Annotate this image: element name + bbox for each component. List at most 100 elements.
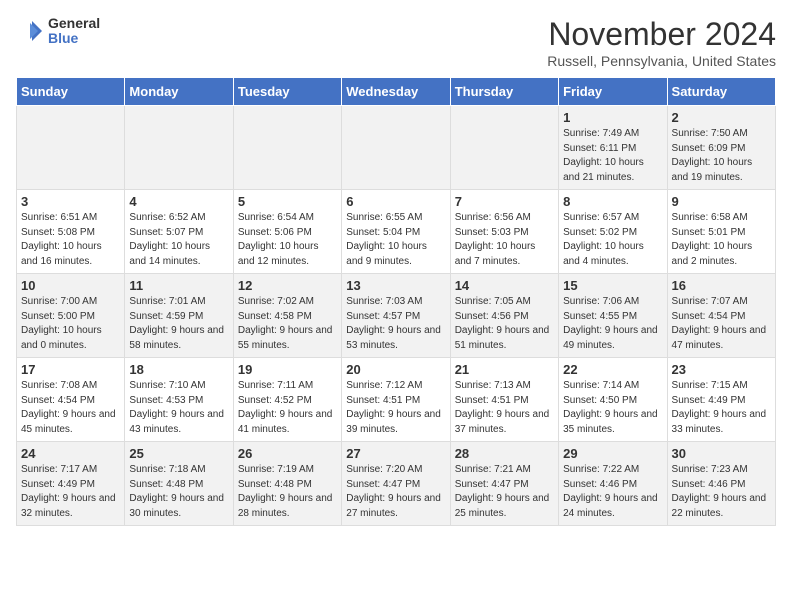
day-number: 9 — [672, 194, 771, 209]
day-info: Sunrise: 6:58 AM Sunset: 5:01 PM Dayligh… — [672, 211, 771, 269]
day-number: 13 — [346, 278, 445, 293]
header-thursday: Thursday — [450, 78, 558, 106]
day-number: 14 — [455, 278, 554, 293]
calendar-cell: 3Sunrise: 6:51 AM Sunset: 5:08 PM Daylig… — [17, 190, 125, 274]
day-number: 25 — [129, 446, 228, 461]
day-info: Sunrise: 7:13 AM Sunset: 4:51 PM Dayligh… — [455, 379, 554, 437]
day-info: Sunrise: 7:08 AM Sunset: 4:54 PM Dayligh… — [21, 379, 120, 437]
calendar-cell: 2 Sunrise: 7:50 AM Sunset: 6:09 PM Daylig… — [667, 106, 775, 190]
calendar-cell: 9 Sunrise: 6:58 AM Sunset: 5:01 PM Daylig… — [667, 190, 775, 274]
day-info: Sunrise: 7:20 AM Sunset: 4:47 PM Dayligh… — [346, 463, 445, 521]
day-info: Sunrise: 7:07 AM Sunset: 4:54 PM Dayligh… — [672, 295, 771, 353]
calendar-cell: 19 Sunrise: 7:11 AM Sunset: 4:52 PM Dayli… — [233, 358, 341, 442]
calendar-cell — [233, 106, 341, 190]
day-info: Sunrise: 7:11 AM Sunset: 4:52 PM Dayligh… — [238, 379, 337, 437]
day-info: Sunrise: 7:02 AM Sunset: 4:58 PM Dayligh… — [238, 295, 337, 353]
day-number: 19 — [238, 362, 337, 377]
calendar-table: SundayMondayTuesdayWednesdayThursdayFrid… — [16, 77, 776, 526]
calendar-header-row: SundayMondayTuesdayWednesdayThursdayFrid… — [17, 78, 776, 106]
day-info: Sunrise: 7:19 AM Sunset: 4:48 PM Dayligh… — [238, 463, 337, 521]
day-number: 21 — [455, 362, 554, 377]
day-number: 17 — [21, 362, 120, 377]
header-friday: Friday — [559, 78, 667, 106]
day-number: 12 — [238, 278, 337, 293]
day-number: 8 — [563, 194, 662, 209]
day-number: 23 — [672, 362, 771, 377]
calendar-week-4: 17 Sunrise: 7:08 AM Sunset: 4:54 PM Dayli… — [17, 358, 776, 442]
header-tuesday: Tuesday — [233, 78, 341, 106]
calendar-cell: 23Sunrise: 7:15 AM Sunset: 4:49 PM Dayli… — [667, 358, 775, 442]
header: General Blue November 2024 Russell, Penn… — [16, 16, 776, 69]
calendar-cell: 24 Sunrise: 7:17 AM Sunset: 4:49 PM Dayli… — [17, 442, 125, 526]
calendar-cell: 18 Sunrise: 7:10 AM Sunset: 4:53 PM Dayli… — [125, 358, 233, 442]
logo-general-text: General — [48, 16, 100, 31]
header-monday: Monday — [125, 78, 233, 106]
calendar-cell: 12 Sunrise: 7:02 AM Sunset: 4:58 PM Dayli… — [233, 274, 341, 358]
calendar-cell — [450, 106, 558, 190]
day-number: 2 — [672, 110, 771, 125]
day-info: Sunrise: 7:17 AM Sunset: 4:49 PM Dayligh… — [21, 463, 120, 521]
day-info: Sunrise: 6:52 AM Sunset: 5:07 PM Dayligh… — [129, 211, 228, 269]
day-number: 15 — [563, 278, 662, 293]
calendar-cell: 26 Sunrise: 7:19 AM Sunset: 4:48 PM Dayli… — [233, 442, 341, 526]
logo-icon — [16, 17, 44, 45]
day-info: Sunrise: 7:21 AM Sunset: 4:47 PM Dayligh… — [455, 463, 554, 521]
day-info: Sunrise: 7:49 AM Sunset: 6:11 PM Dayligh… — [563, 127, 662, 185]
day-number: 16 — [672, 278, 771, 293]
calendar-cell: 17 Sunrise: 7:08 AM Sunset: 4:54 PM Dayli… — [17, 358, 125, 442]
day-info: Sunrise: 6:55 AM Sunset: 5:04 PM Dayligh… — [346, 211, 445, 269]
calendar-cell: 1 Sunrise: 7:49 AM Sunset: 6:11 PM Daylig… — [559, 106, 667, 190]
logo: General Blue — [16, 16, 100, 47]
day-number: 27 — [346, 446, 445, 461]
day-number: 1 — [563, 110, 662, 125]
calendar-week-2: 3Sunrise: 6:51 AM Sunset: 5:08 PM Daylig… — [17, 190, 776, 274]
day-number: 22 — [563, 362, 662, 377]
calendar-week-1: 1 Sunrise: 7:49 AM Sunset: 6:11 PM Daylig… — [17, 106, 776, 190]
calendar-cell: 4Sunrise: 6:52 AM Sunset: 5:07 PM Daylig… — [125, 190, 233, 274]
calendar-cell — [17, 106, 125, 190]
day-number: 6 — [346, 194, 445, 209]
calendar-cell: 10Sunrise: 7:00 AM Sunset: 5:00 PM Dayli… — [17, 274, 125, 358]
calendar-cell: 6 Sunrise: 6:55 AM Sunset: 5:04 PM Daylig… — [342, 190, 450, 274]
day-number: 5 — [238, 194, 337, 209]
calendar-cell: 20Sunrise: 7:12 AM Sunset: 4:51 PM Dayli… — [342, 358, 450, 442]
day-info: Sunrise: 7:10 AM Sunset: 4:53 PM Dayligh… — [129, 379, 228, 437]
day-info: Sunrise: 7:23 AM Sunset: 4:46 PM Dayligh… — [672, 463, 771, 521]
calendar-cell — [125, 106, 233, 190]
day-number: 29 — [563, 446, 662, 461]
month-title: November 2024 — [547, 16, 776, 53]
day-info: Sunrise: 7:22 AM Sunset: 4:46 PM Dayligh… — [563, 463, 662, 521]
calendar-cell: 7 Sunrise: 6:56 AM Sunset: 5:03 PM Daylig… — [450, 190, 558, 274]
day-number: 26 — [238, 446, 337, 461]
day-number: 18 — [129, 362, 228, 377]
day-number: 30 — [672, 446, 771, 461]
header-sunday: Sunday — [17, 78, 125, 106]
title-area: November 2024 Russell, Pennsylvania, Uni… — [547, 16, 776, 69]
calendar-cell: 25 Sunrise: 7:18 AM Sunset: 4:48 PM Dayli… — [125, 442, 233, 526]
day-info: Sunrise: 6:56 AM Sunset: 5:03 PM Dayligh… — [455, 211, 554, 269]
day-info: Sunrise: 7:18 AM Sunset: 4:48 PM Dayligh… — [129, 463, 228, 521]
calendar-cell: 22Sunrise: 7:14 AM Sunset: 4:50 PM Dayli… — [559, 358, 667, 442]
calendar-cell: 5 Sunrise: 6:54 AM Sunset: 5:06 PM Daylig… — [233, 190, 341, 274]
day-info: Sunrise: 6:57 AM Sunset: 5:02 PM Dayligh… — [563, 211, 662, 269]
location-text: Russell, Pennsylvania, United States — [547, 53, 776, 69]
day-number: 28 — [455, 446, 554, 461]
header-wednesday: Wednesday — [342, 78, 450, 106]
day-info: Sunrise: 7:03 AM Sunset: 4:57 PM Dayligh… — [346, 295, 445, 353]
day-number: 7 — [455, 194, 554, 209]
calendar-cell: 11Sunrise: 7:01 AM Sunset: 4:59 PM Dayli… — [125, 274, 233, 358]
day-info: Sunrise: 7:50 AM Sunset: 6:09 PM Dayligh… — [672, 127, 771, 185]
header-saturday: Saturday — [667, 78, 775, 106]
day-info: Sunrise: 7:05 AM Sunset: 4:56 PM Dayligh… — [455, 295, 554, 353]
day-number: 10 — [21, 278, 120, 293]
calendar-cell: 30 Sunrise: 7:23 AM Sunset: 4:46 PM Dayli… — [667, 442, 775, 526]
day-number: 24 — [21, 446, 120, 461]
calendar-cell: 21 Sunrise: 7:13 AM Sunset: 4:51 PM Dayli… — [450, 358, 558, 442]
calendar-cell: 13 Sunrise: 7:03 AM Sunset: 4:57 PM Dayli… — [342, 274, 450, 358]
calendar-week-3: 10Sunrise: 7:00 AM Sunset: 5:00 PM Dayli… — [17, 274, 776, 358]
calendar-week-5: 24 Sunrise: 7:17 AM Sunset: 4:49 PM Dayli… — [17, 442, 776, 526]
calendar-cell: 14 Sunrise: 7:05 AM Sunset: 4:56 PM Dayli… — [450, 274, 558, 358]
day-info: Sunrise: 7:06 AM Sunset: 4:55 PM Dayligh… — [563, 295, 662, 353]
calendar-cell: 29 Sunrise: 7:22 AM Sunset: 4:46 PM Dayli… — [559, 442, 667, 526]
day-info: Sunrise: 6:54 AM Sunset: 5:06 PM Dayligh… — [238, 211, 337, 269]
